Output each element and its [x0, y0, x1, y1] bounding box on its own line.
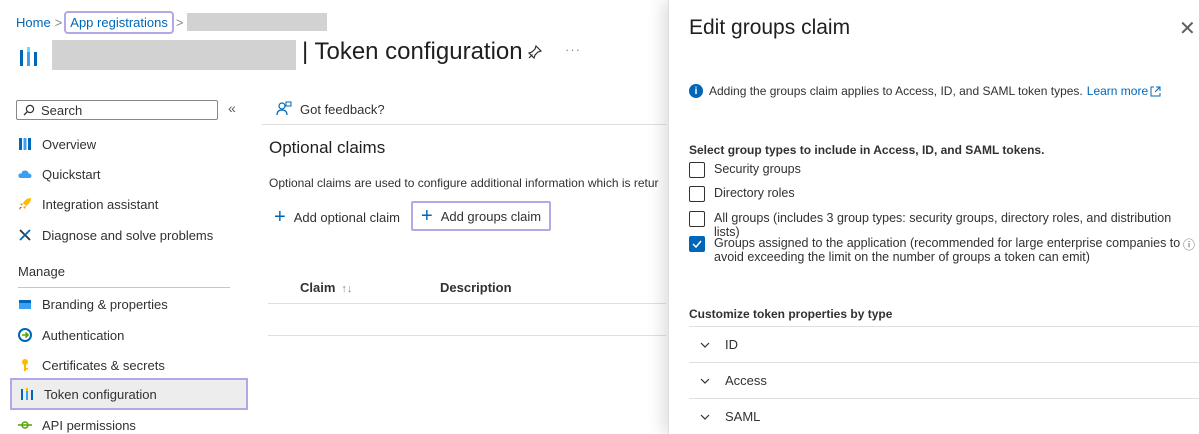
add-optional-claim-button[interactable]: + Add optional claim: [268, 202, 406, 232]
claims-table-empty-row: [268, 304, 666, 336]
sidebar-item-label: Diagnose and solve problems: [42, 227, 214, 243]
key-icon: [18, 358, 32, 372]
sidebar-item-certificates[interactable]: Certificates & secrets: [10, 350, 248, 380]
breadcrumb: Home > App registrations >: [16, 10, 328, 34]
checkbox[interactable]: [689, 162, 705, 178]
pin-icon[interactable]: [527, 44, 543, 60]
option-directory-roles[interactable]: Directory roles: [689, 186, 795, 202]
sidebar-item-label: Branding & properties: [42, 296, 168, 312]
token-bars-icon: [20, 387, 34, 401]
quickstart-cloud-icon: [18, 167, 32, 181]
sidebar-item-label: Quickstart: [42, 166, 101, 182]
edit-groups-claim-panel: Edit groups claim ✕ i Adding the groups …: [668, 0, 1199, 434]
external-link-icon: [1150, 86, 1161, 96]
sidebar-item-overview[interactable]: Overview: [10, 129, 248, 159]
sidebar-item-label: Certificates & secrets: [42, 357, 165, 373]
section-description: Optional claims are used to configure ad…: [269, 176, 659, 190]
page-title: | Token configuration: [302, 38, 523, 65]
search-placeholder: Search: [41, 102, 83, 118]
breadcrumb-separator: >: [175, 14, 184, 30]
more-options-icon[interactable]: ···: [565, 42, 581, 57]
sidebar-item-api-permissions[interactable]: API permissions: [10, 410, 248, 434]
info-text: Adding the groups claim applies to Acces…: [709, 84, 1083, 98]
plus-icon: +: [421, 205, 433, 227]
info-icon: i: [689, 84, 703, 98]
app-registration-logo-icon: [18, 46, 40, 68]
breadcrumb-home[interactable]: Home: [16, 15, 51, 30]
checkbox-checked[interactable]: [689, 236, 705, 252]
api-permissions-icon: [18, 418, 32, 432]
info-tooltip-icon[interactable]: ⓘ: [1183, 236, 1195, 253]
panel-title: Edit groups claim: [689, 16, 851, 39]
info-message: i Adding the groups claim applies to Acc…: [689, 84, 1161, 98]
sidebar-item-token-configuration[interactable]: Token configuration: [10, 378, 248, 410]
checkbox[interactable]: [689, 186, 705, 202]
breadcrumb-app-name-redacted[interactable]: [187, 13, 328, 31]
accordion-access[interactable]: Access: [689, 362, 1199, 398]
feedback-person-icon: [276, 101, 292, 116]
option-label: Groups assigned to the application (reco…: [714, 236, 1181, 264]
column-claim[interactable]: Claim ↑↓: [300, 280, 352, 295]
option-all-groups[interactable]: All groups (includes 3 group types: secu…: [689, 211, 1199, 239]
breadcrumb-app-registrations[interactable]: App registrations: [64, 10, 174, 34]
overview-icon: [18, 137, 32, 151]
content-divider: [262, 124, 666, 125]
sort-icon[interactable]: ↑↓: [341, 283, 352, 295]
rocket-icon: [18, 197, 32, 211]
search-icon: [23, 104, 35, 116]
sidebar-item-authentication[interactable]: Authentication: [10, 320, 248, 350]
sidebar-item-branding[interactable]: Branding & properties: [10, 289, 248, 319]
feedback-label: Got feedback?: [300, 101, 385, 117]
checkbox[interactable]: [689, 211, 705, 227]
group-types-title: Select group types to include in Access,…: [689, 143, 1045, 157]
sidebar-item-diagnose[interactable]: Diagnose and solve problems: [10, 220, 248, 250]
section-title: Optional claims: [269, 138, 386, 157]
feedback-button[interactable]: Got feedback?: [276, 101, 385, 117]
sidebar-item-label: Integration assistant: [42, 196, 159, 212]
accordion-label: Access: [725, 373, 767, 388]
checkmark-icon: [692, 240, 702, 249]
sidebar-section-manage: Manage: [18, 264, 65, 279]
chevron-down-icon: [699, 411, 711, 423]
option-label: Directory roles: [714, 186, 795, 200]
add-groups-claim-button[interactable]: + Add groups claim: [411, 201, 552, 231]
accordion-label: ID: [725, 337, 738, 352]
option-label: All groups (includes 3 group types: secu…: [714, 211, 1172, 239]
collapse-sidebar-icon[interactable]: «: [228, 100, 236, 116]
option-security-groups[interactable]: Security groups: [689, 162, 801, 178]
sidebar-divider: [18, 287, 230, 288]
chevron-down-icon: [699, 339, 711, 351]
authentication-icon: [18, 328, 32, 342]
add-groups-claim-label: Add groups claim: [440, 208, 542, 224]
sidebar-item-integration-assistant[interactable]: Integration assistant: [10, 189, 248, 219]
claims-table-header: Claim ↑↓ Description: [268, 272, 666, 304]
sidebar-item-label: Overview: [42, 136, 97, 152]
accordion-saml[interactable]: SAML: [689, 398, 1199, 434]
learn-more-link[interactable]: Learn more: [1087, 84, 1148, 98]
sidebar-item-label: Token configuration: [44, 386, 157, 402]
wrench-icon: [18, 228, 32, 242]
token-properties-title: Customize token properties by type: [689, 307, 893, 321]
app-name-redacted: [52, 40, 296, 70]
option-groups-assigned[interactable]: Groups assigned to the application (reco…: [689, 236, 1184, 264]
branding-icon: [18, 297, 32, 311]
option-label: Security groups: [714, 162, 801, 176]
sidebar-item-quickstart[interactable]: Quickstart: [10, 159, 248, 189]
chevron-down-icon: [699, 375, 711, 387]
accordion-label: SAML: [725, 409, 761, 424]
sidebar-item-label: API permissions: [42, 417, 136, 433]
column-description: Description: [440, 280, 512, 295]
plus-icon: +: [274, 206, 286, 228]
close-icon[interactable]: ✕: [1179, 16, 1196, 41]
sidebar-search-input[interactable]: Search: [16, 100, 218, 120]
add-optional-claim-label: Add optional claim: [293, 209, 400, 225]
sidebar-item-label: Authentication: [42, 327, 125, 343]
accordion-id[interactable]: ID: [689, 326, 1199, 362]
breadcrumb-separator: >: [54, 14, 63, 30]
